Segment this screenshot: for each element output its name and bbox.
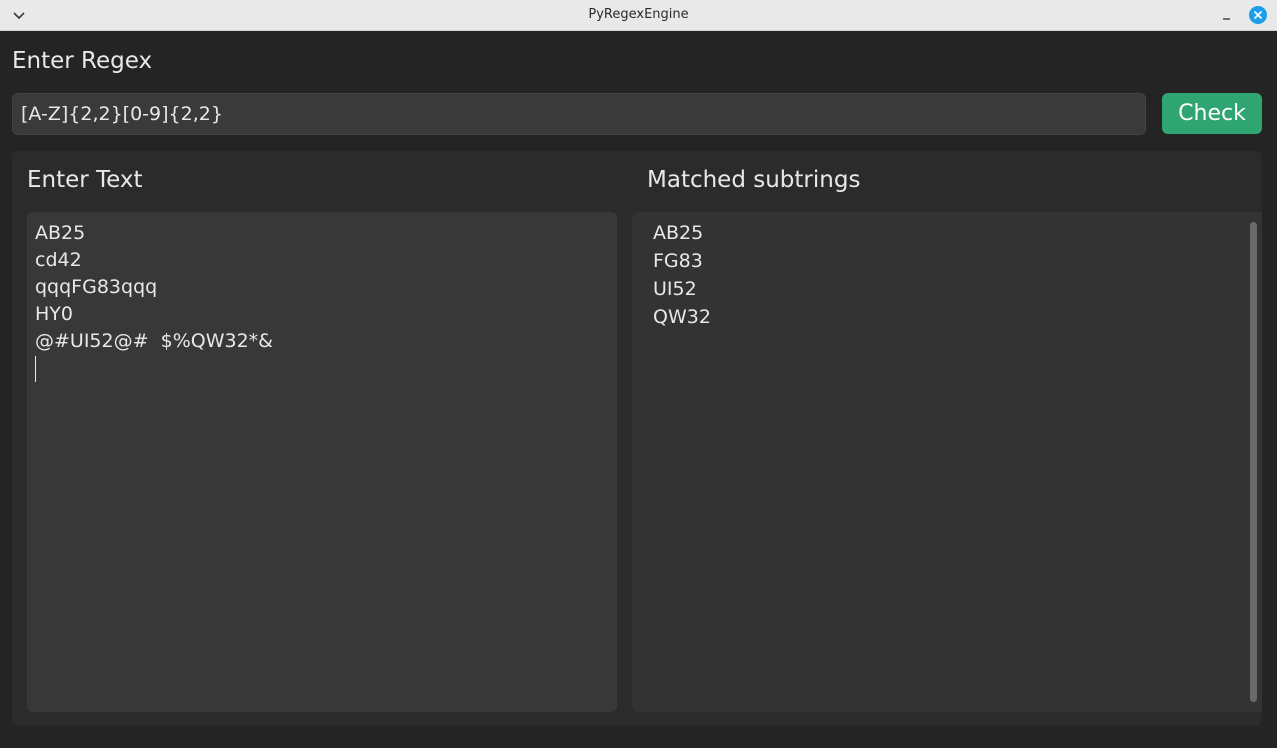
enter-text-label: Enter Text <box>27 167 143 193</box>
matches-scrollbar[interactable] <box>1250 222 1257 702</box>
regex-input[interactable] <box>12 93 1146 135</box>
text-line: cd42 <box>35 249 82 271</box>
match-item: QW32 <box>653 306 711 328</box>
text-line: @#UI52@# $%QW32*& <box>35 330 273 352</box>
matched-substrings-label: Matched subtrings <box>647 167 861 193</box>
check-button[interactable]: Check <box>1162 93 1262 134</box>
window-title: PyRegexEngine <box>588 7 689 22</box>
text-line: HY0 <box>35 303 73 325</box>
minimize-icon[interactable] <box>1219 6 1237 24</box>
regex-label: Enter Regex <box>12 48 153 74</box>
text-input-area[interactable]: AB25 cd42 qqqFG83qqq HY0 @#UI52@# $%QW32… <box>27 212 617 712</box>
text-caret <box>35 356 36 382</box>
match-item: AB25 <box>653 222 704 244</box>
close-icon[interactable] <box>1249 6 1267 24</box>
text-line: AB25 <box>35 222 86 244</box>
match-item: FG83 <box>653 250 703 272</box>
matches-output-area[interactable]: AB25 FG83 UI52 QW32 <box>632 212 1262 712</box>
text-line: qqqFG83qqq <box>35 276 158 298</box>
title-bar: PyRegexEngine <box>0 0 1277 31</box>
match-item: UI52 <box>653 278 697 300</box>
